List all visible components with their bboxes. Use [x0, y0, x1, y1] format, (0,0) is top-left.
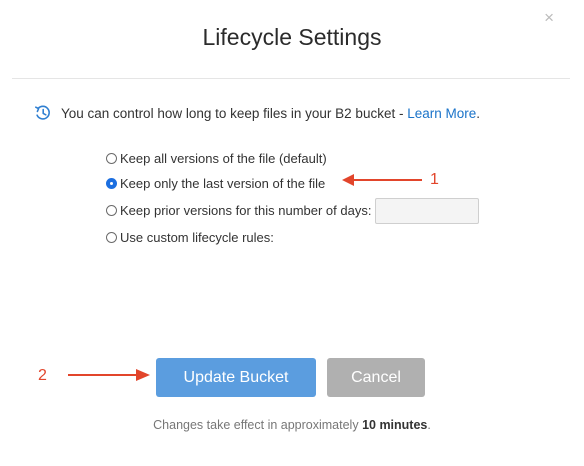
option-custom-rules[interactable]: Use custom lifecycle rules:: [106, 225, 479, 250]
option-keep-all[interactable]: Keep all versions of the file (default): [106, 146, 479, 171]
option-label: Keep all versions of the file (default): [120, 151, 327, 166]
option-label: Keep only the last version of the file: [120, 176, 326, 191]
option-label: Keep prior versions for this number of d…: [120, 203, 372, 218]
intro-text: You can control how long to keep files i…: [34, 104, 480, 122]
dialog-title: Lifecycle Settings: [202, 24, 382, 50]
annotation-arrow-1: [342, 174, 422, 186]
cancel-button[interactable]: Cancel: [327, 358, 425, 397]
annotation-number-2: 2: [38, 367, 47, 384]
intro-description: You can control how long to keep files i…: [61, 105, 408, 121]
footnote-emphasis: 10 minutes: [362, 418, 428, 432]
update-bucket-button[interactable]: Update Bucket: [156, 358, 316, 397]
radio-keep-last[interactable]: [106, 178, 117, 189]
radio-custom-rules[interactable]: [106, 232, 117, 243]
option-label: Use custom lifecycle rules:: [120, 230, 274, 245]
intro-trailing: .: [476, 105, 481, 121]
radio-keep-all[interactable]: [106, 153, 117, 164]
learn-more-link[interactable]: Learn More: [407, 106, 476, 121]
days-input[interactable]: [375, 197, 480, 224]
radio-keep-days[interactable]: [106, 205, 117, 216]
option-keep-days[interactable]: Keep prior versions for this number of d…: [106, 196, 480, 225]
lifecycle-settings-dialog: × Lifecycle Settings You can control how…: [0, 0, 584, 466]
annotation-number-1: 1: [430, 171, 439, 188]
header-divider: [12, 78, 570, 79]
annotation-arrow-2: [68, 369, 150, 381]
history-icon: [34, 104, 52, 122]
footnote-suffix: .: [427, 418, 431, 432]
footnote-prefix: Changes take effect in approximately: [153, 418, 363, 432]
lifecycle-options: Keep all versions of the file (default) …: [106, 146, 480, 250]
effect-timing-note: Changes take effect in approximately 10 …: [0, 418, 584, 432]
